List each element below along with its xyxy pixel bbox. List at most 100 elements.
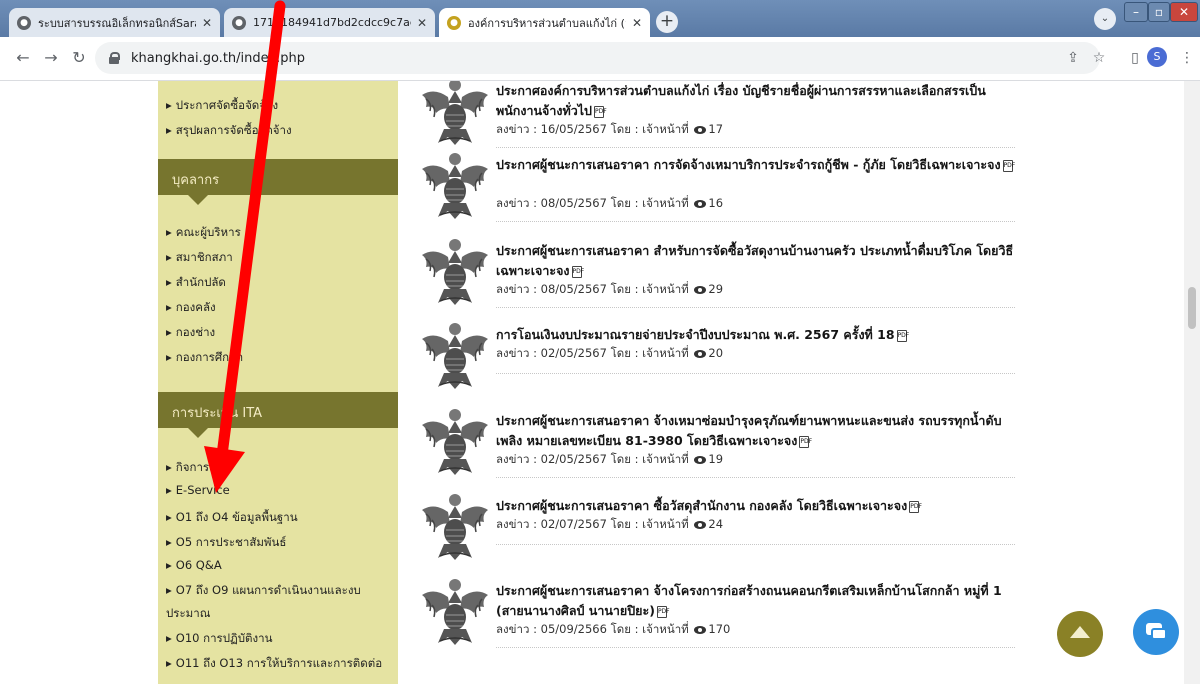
menu-dots-icon[interactable]: ⋮ (1176, 47, 1198, 69)
news-title-link[interactable]: ประกาศองค์การบริหารส่วนตำบลแก้งไก่ เรื่อ… (496, 81, 1014, 121)
news-title-link[interactable]: ประกาศผู้ชนะการเสนอราคา จ้างเหมาซ่อมบำรุ… (496, 411, 1014, 451)
by-label: โดย : (610, 622, 639, 636)
share-icon[interactable]: ⇪ (1062, 47, 1084, 69)
eye-icon (694, 349, 707, 358)
news-title-link[interactable]: ประกาศผู้ชนะการเสนอราคา การจัดจ้างเหมาบร… (496, 155, 1015, 175)
address-toolbar: ← → ↻ khangkhai.go.th/index.php ⇪ ☆ ▯ ⋮ (0, 37, 1200, 81)
news-divider (496, 307, 1015, 308)
news-item[interactable]: ประกาศผู้ชนะการเสนอราคา การจัดจ้างเหมาบร… (420, 151, 1015, 235)
news-divider (496, 147, 1015, 148)
sidebar-link-o7-o9-continued[interactable]: ประมาณ (166, 605, 210, 623)
news-item[interactable]: ประกาศผู้ชนะการเสนอราคา จ้างเหมาซ่อมบำรุ… (420, 407, 1015, 491)
pdf-icon[interactable]: PDF (571, 265, 584, 278)
sidebar-link-procurement[interactable]: ประกาศจัดซื้อจัดจ้าง (166, 97, 278, 115)
news-divider (496, 647, 1015, 648)
news-meta: ลงข่าว : 08/05/2567 โดย : เจ้าหน้าที่ 16 (496, 195, 723, 213)
tab-title: องค์การบริหารส่วนตำบลแก้งไก่ (อบต.) (468, 16, 626, 30)
forward-arrow-icon[interactable]: → (40, 47, 62, 69)
news-date: 02/05/2567 (540, 452, 607, 466)
minimize-button[interactable]: – (1124, 2, 1148, 22)
news-meta: ลงข่าว : 08/05/2567 โดย : เจ้าหน้าที่ 29 (496, 281, 723, 299)
sidebar-link-o6[interactable]: O6 Q&A (166, 558, 222, 572)
pdf-icon[interactable]: PDF (896, 329, 909, 342)
news-item[interactable]: ประกาศผู้ชนะการเสนอราคา จ้างโครงการก่อสร… (420, 577, 1015, 661)
sidebar-link-o1-o4[interactable]: O1 ถึง O4 ข้อมูลพื้นฐาน (166, 509, 298, 527)
news-title-link[interactable]: ประกาศผู้ชนะการเสนอราคา สำหรับการจัดซื้อ… (496, 241, 1014, 281)
view-count: 19 (708, 452, 724, 466)
view-count: 29 (708, 282, 724, 296)
news-item[interactable]: ประกาศผู้ชนะการเสนอราคา ซื้อวัสดุสำนักงา… (420, 492, 1015, 576)
sidebar-link-procurement-summary[interactable]: สรุปผลการจัดซื้อจัดจ้าง (166, 122, 292, 140)
sidebar-link-council-affairs[interactable]: กิจการสภา (166, 459, 230, 477)
pdf-icon[interactable]: PDF (656, 605, 670, 618)
news-author: เจ้าหน้าที่ (642, 452, 689, 466)
news-author: เจ้าหน้าที่ (642, 517, 689, 531)
section-title: การประเมิน ITA (172, 406, 263, 421)
by-label: โดย : (610, 282, 639, 296)
news-title-link[interactable]: ประกาศผู้ชนะการเสนอราคา ซื้อวัสดุสำนักงา… (496, 496, 1014, 516)
news-title-text: ประกาศผู้ชนะการเสนอราคา ซื้อวัสดุสำนักงา… (496, 498, 908, 513)
news-title-link[interactable]: การโอนเงินงบประมาณรายจ่ายประจำปีงบประมาณ… (496, 325, 1014, 345)
address-bar[interactable]: khangkhai.go.th/index.php (95, 42, 1100, 74)
tab-saraban[interactable]: ● ระบบสารบรรณอิเล็กทรอนิกส์Saraban ✕ (9, 8, 220, 37)
by-label: โดย : (610, 517, 639, 531)
view-count: 20 (708, 346, 724, 360)
tab-search-chevron-icon[interactable]: ⌄ (1094, 8, 1116, 30)
section-header-ita: การประเมิน ITA (158, 392, 398, 438)
pdf-icon[interactable]: PDF (909, 500, 922, 513)
news-date: 02/05/2567 (540, 346, 607, 360)
sidebar-link-o11-o13[interactable]: O11 ถึง O13 การให้บริการและการติดต่อ (166, 655, 382, 673)
globe-icon: ● (232, 15, 246, 30)
news-title-link[interactable]: ประกาศผู้ชนะการเสนอราคา จ้างโครงการก่อสร… (496, 581, 1014, 621)
close-icon[interactable]: ✕ (417, 16, 427, 30)
posted-label: ลงข่าว : (496, 452, 537, 466)
side-panel-icon[interactable]: ▯ (1124, 47, 1146, 69)
news-date: 02/07/2567 (540, 517, 607, 531)
close-icon[interactable]: ✕ (632, 16, 642, 30)
posted-label: ลงข่าว : (496, 196, 537, 210)
close-icon[interactable]: ✕ (202, 16, 212, 30)
news-item[interactable]: ประกาศผู้ชนะการเสนอราคา สำหรับการจัดซื้อ… (420, 237, 1015, 321)
news-item[interactable]: ประกาศองค์การบริหารส่วนตำบลแก้งไก่ เรื่อ… (420, 81, 1015, 161)
sidebar-link-executives[interactable]: คณะผู้บริหาร (166, 224, 241, 242)
by-label: โดย : (610, 196, 639, 210)
eye-icon (694, 125, 707, 134)
browser-window: ● ระบบสารบรรณอิเล็กทรอนิกส์Saraban ✕ ● 1… (0, 0, 1200, 684)
pdf-icon[interactable]: PDF (799, 435, 812, 448)
sidebar-link-finance[interactable]: กองคลัง (166, 299, 216, 317)
news-title-text: ประกาศผู้ชนะการเสนอราคา จ้างโครงการก่อสร… (496, 583, 1002, 618)
sidebar-link-education[interactable]: กองการศึกษา (166, 349, 243, 367)
tab-khangkhai[interactable]: ● องค์การบริหารส่วนตำบลแก้งไก่ (อบต.) ✕ (439, 8, 650, 37)
sidebar-link-e-service[interactable]: E-Service (166, 483, 230, 497)
new-tab-button[interactable]: + (656, 11, 678, 33)
reload-icon[interactable]: ↻ (68, 47, 90, 69)
sidebar-link-o10[interactable]: O10 การปฏิบัติงาน (166, 630, 273, 648)
posted-label: ลงข่าว : (496, 346, 537, 360)
news-meta: ลงข่าว : 02/05/2567 โดย : เจ้าหน้าที่ 19 (496, 451, 723, 469)
tab-title: 1718184941d7bd2cdcc9c7ad32 (253, 16, 411, 29)
maximize-button[interactable]: ▫ (1148, 2, 1170, 22)
tab-hash[interactable]: ● 1718184941d7bd2cdcc9c7ad32 ✕ (224, 8, 435, 37)
star-icon[interactable]: ☆ (1088, 47, 1110, 69)
scrollbar-thumb[interactable] (1188, 287, 1196, 329)
news-item[interactable]: การโอนเงินงบประมาณรายจ่ายประจำปีงบประมาณ… (420, 321, 1015, 405)
sidebar-link-council[interactable]: สมาชิกสภา (166, 249, 233, 267)
chat-icon[interactable] (1133, 609, 1179, 655)
news-title-text: ประกาศองค์การบริหารส่วนตำบลแก้งไก่ เรื่อ… (496, 83, 986, 118)
site-favicon-icon: ● (447, 15, 461, 30)
avatar[interactable]: S (1147, 47, 1167, 67)
pdf-icon[interactable]: PDF (593, 105, 607, 118)
sidebar-link-engineering[interactable]: กองช่าง (166, 324, 215, 342)
posted-label: ลงข่าว : (496, 622, 537, 636)
garuda-emblem-icon (422, 409, 488, 475)
sidebar-link-office[interactable]: สำนักปลัด (166, 274, 226, 292)
sidebar-link-o5[interactable]: O5 การประชาสัมพันธ์ (166, 534, 287, 552)
page-scrollbar[interactable] (1184, 81, 1200, 684)
close-window-button[interactable]: ✕ (1170, 2, 1198, 22)
pdf-icon[interactable]: PDF (1002, 159, 1015, 172)
sidebar: ประกาศจัดซื้อจัดจ้าง สรุปผลการจัดซื้อจัด… (158, 81, 398, 684)
sidebar-link-o7-o9[interactable]: O7 ถึง O9 แผนการดำเนินงานและงบ (166, 582, 361, 600)
news-date: 05/09/2566 (540, 622, 607, 636)
back-arrow-icon[interactable]: ← (12, 47, 34, 69)
scroll-top-icon[interactable] (1057, 611, 1103, 657)
